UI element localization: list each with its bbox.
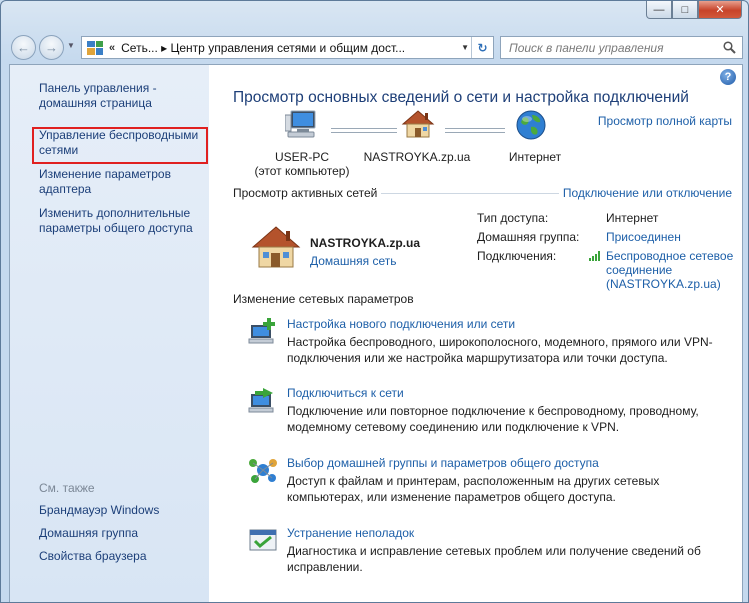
homegroup-sharing-link[interactable]: Выбор домашней группы и параметров общег… bbox=[287, 456, 599, 470]
map-connector-1 bbox=[331, 128, 397, 133]
new-connection-desc: Настройка беспроводного, широкополосного… bbox=[287, 335, 713, 365]
sidebar-link-internet-options[interactable]: Свойства браузера bbox=[39, 549, 204, 564]
change-settings-heading: Изменение сетевых параметров bbox=[233, 292, 418, 306]
breadcrumb[interactable]: Сеть... ▸ Центр управления сетями и общи… bbox=[121, 41, 405, 55]
sidebar-link-control-panel-home[interactable]: Панель управления - домашняя страница bbox=[39, 81, 204, 111]
close-button[interactable]: ✕ bbox=[698, 1, 742, 19]
network-node-label: NASTROYKA.zp.ua bbox=[363, 150, 471, 164]
search-input[interactable] bbox=[509, 40, 719, 55]
window: — □ ✕ ← → ▼ « Сеть... ▸ Центр управления… bbox=[0, 0, 749, 603]
access-type-label: Тип доступа: bbox=[477, 211, 549, 225]
search-icon[interactable] bbox=[723, 41, 736, 54]
maximize-button[interactable]: □ bbox=[672, 1, 698, 19]
connection-line-2: соединение bbox=[606, 263, 673, 277]
homegroup-label: Домашняя группа: bbox=[477, 230, 580, 244]
internet-globe-icon bbox=[516, 110, 546, 140]
active-networks-heading: Просмотр активных сетей bbox=[233, 186, 382, 200]
homegroup-value-link[interactable]: Присоединен bbox=[606, 230, 681, 244]
computer-node-label: USER-PC (этот компьютер) bbox=[247, 150, 357, 178]
refresh-button[interactable]: ↻ bbox=[471, 37, 493, 58]
sidebar-link-adapter-settings[interactable]: Изменение параметров адаптера bbox=[39, 167, 204, 197]
connect-network-desc: Подключение или повторное подключение к … bbox=[287, 404, 699, 434]
sidebar-link-advanced-sharing[interactable]: Изменить дополнительные параметры общего… bbox=[39, 206, 204, 236]
troubleshoot-desc: Диагностика и исправление сетевых пробле… bbox=[287, 544, 701, 574]
new-connection-link[interactable]: Настройка нового подключения или сети bbox=[287, 317, 515, 331]
connection-line-3: (NASTROYKA.zp.ua) bbox=[606, 277, 721, 291]
address-bar[interactable]: « Сеть... ▸ Центр управления сетями и об… bbox=[81, 36, 494, 59]
connect-disconnect-link[interactable]: Подключение или отключение bbox=[558, 186, 732, 200]
view-full-map-link[interactable]: Просмотр полной карты bbox=[598, 114, 732, 128]
connect-network-link[interactable]: Подключиться к сети bbox=[287, 386, 404, 400]
connections-label: Подключения: bbox=[477, 249, 557, 263]
back-button[interactable]: ← bbox=[11, 35, 36, 60]
map-connector-2 bbox=[445, 128, 505, 133]
network-type-link[interactable]: Домашняя сеть bbox=[310, 254, 396, 268]
wireless-signal-icon bbox=[589, 251, 602, 261]
sidebar-link-homegroup[interactable]: Домашняя группа bbox=[39, 526, 204, 541]
computer-name: USER-PC bbox=[274, 150, 329, 164]
highlight-box bbox=[32, 127, 208, 164]
wireless-connection-link[interactable]: Беспроводное сетевое соединение (NASTROY… bbox=[606, 249, 733, 291]
minimize-button[interactable]: — bbox=[646, 1, 672, 19]
main-panel: Просмотр основных сведений о сети и наст… bbox=[209, 65, 742, 602]
home-network-icon bbox=[401, 110, 435, 138]
see-also-heading: См. также bbox=[39, 481, 95, 495]
homegroup-sharing-icon bbox=[249, 459, 277, 483]
connection-line-1: Беспроводное сетевое bbox=[606, 249, 734, 263]
navigation-bar: ← → ▼ « Сеть... ▸ Центр управления сетям… bbox=[9, 33, 743, 61]
home-network-large-icon bbox=[251, 226, 301, 268]
recent-pages-dropdown[interactable]: ▼ bbox=[67, 41, 75, 50]
search-box[interactable] bbox=[500, 36, 743, 59]
new-connection-icon bbox=[248, 318, 275, 344]
internet-node-label: Интернет bbox=[508, 150, 562, 164]
computer-icon bbox=[285, 110, 316, 138]
sidebar: Панель управления - домашняя страница Уп… bbox=[10, 65, 209, 602]
access-type-value: Интернет bbox=[606, 211, 659, 225]
control-panel-icon bbox=[87, 40, 103, 55]
content-area: Панель управления - домашняя страница Уп… bbox=[9, 64, 743, 602]
active-network-name: NASTROYKA.zp.ua bbox=[310, 236, 421, 250]
forward-button[interactable]: → bbox=[39, 35, 64, 60]
troubleshoot-link[interactable]: Устранение неполадок bbox=[287, 526, 414, 540]
sidebar-link-firewall[interactable]: Брандмауэр Windows bbox=[39, 503, 204, 518]
computer-sublabel: (этот компьютер) bbox=[254, 164, 350, 178]
address-dropdown[interactable]: ▼ bbox=[461, 43, 469, 52]
homegroup-sharing-desc: Доступ к файлам и принтерам, расположенн… bbox=[287, 474, 660, 504]
caption-buttons: — □ ✕ bbox=[646, 1, 742, 19]
page-title: Просмотр основных сведений о сети и наст… bbox=[233, 89, 689, 106]
address-overflow-button[interactable]: « bbox=[109, 42, 115, 54]
connect-network-icon bbox=[248, 388, 274, 413]
troubleshoot-icon bbox=[249, 529, 277, 551]
